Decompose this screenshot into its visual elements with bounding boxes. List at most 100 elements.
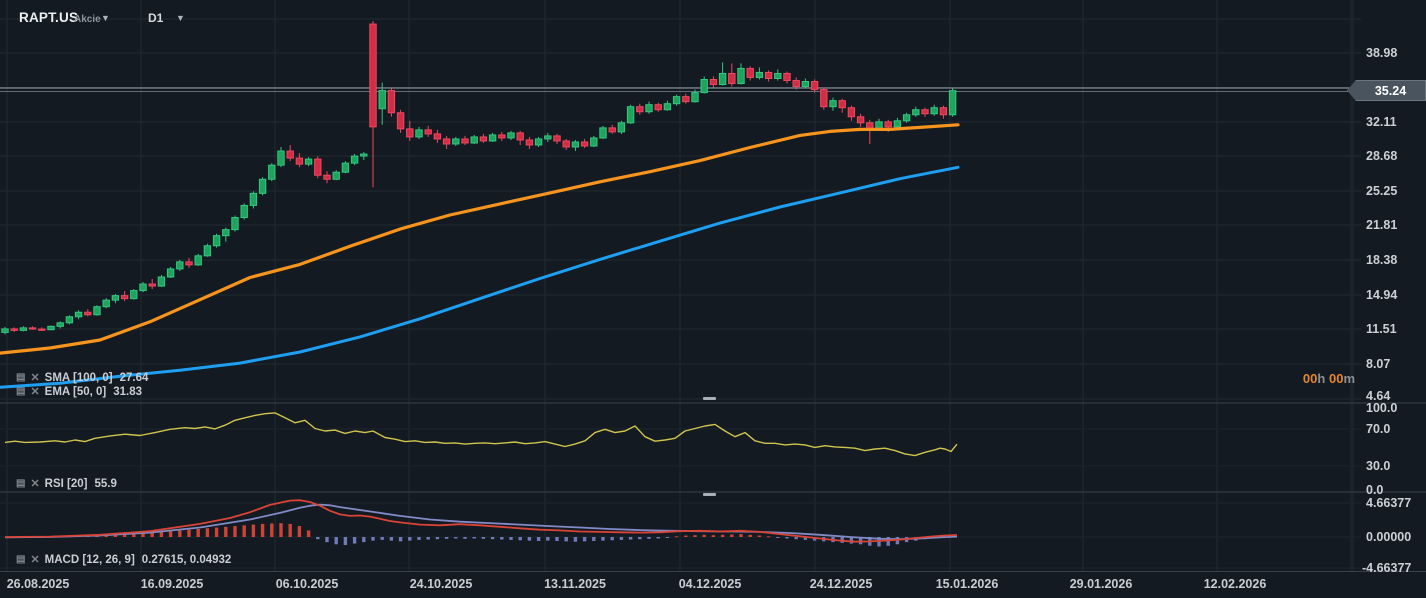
candle-down bbox=[120, 295, 129, 300]
candle-down bbox=[38, 328, 46, 331]
candle-down bbox=[884, 121, 892, 128]
macd-hist-bar-negative bbox=[582, 537, 587, 542]
grid-lines bbox=[0, 0, 1361, 572]
candle-up bbox=[19, 327, 28, 331]
current-price-lines bbox=[0, 87, 1426, 92]
macd-hist-bar-positive bbox=[674, 536, 679, 538]
price-axis-label: 18.38 bbox=[1366, 253, 1398, 267]
macd-hist-bar-negative bbox=[656, 537, 660, 539]
candle-down bbox=[746, 67, 754, 78]
candle-up bbox=[617, 122, 626, 133]
candle-down bbox=[921, 109, 929, 115]
sma-100-line bbox=[0, 165, 960, 389]
indicator-remove-icon[interactable]: ✕ bbox=[30, 479, 39, 490]
candle-down bbox=[461, 138, 469, 144]
candle-up bbox=[415, 129, 423, 138]
candle-up bbox=[893, 120, 902, 128]
candle-up bbox=[212, 235, 221, 247]
candle-down bbox=[810, 81, 819, 91]
countdown-hours: 00 bbox=[1302, 371, 1318, 386]
symbol-name[interactable]: RAPT.US bbox=[19, 10, 78, 25]
candle-down bbox=[709, 78, 718, 86]
candle-down bbox=[939, 107, 948, 116]
candle-up bbox=[360, 153, 368, 157]
macd-hist-bar-negative bbox=[500, 537, 504, 540]
rsi-axis-label: 70.0 bbox=[1366, 422, 1391, 436]
candle-up bbox=[203, 245, 212, 257]
candle-down bbox=[433, 133, 442, 140]
macd-hist-bar-positive bbox=[251, 524, 256, 537]
candle-up bbox=[130, 290, 138, 300]
candle-up bbox=[930, 107, 938, 115]
date-axis-label: 24.12.2025 bbox=[809, 577, 873, 591]
macd-hist-bar-negative bbox=[546, 537, 550, 541]
macd-hist-bar-negative bbox=[398, 537, 403, 542]
indicator-label: SMA [100, 0] bbox=[44, 372, 113, 384]
macd-hist-bar-positive bbox=[684, 535, 688, 537]
candle-up bbox=[268, 164, 276, 180]
candle-down bbox=[498, 134, 506, 139]
macd-hist-bar-positive bbox=[730, 534, 734, 537]
candle-down bbox=[286, 150, 294, 159]
current-price-badge: 35.24 bbox=[1347, 80, 1426, 101]
macd-hist-bar-negative bbox=[371, 537, 375, 541]
rsi-line bbox=[4, 412, 958, 457]
indicator-settings-icon[interactable]: ▤ bbox=[16, 387, 25, 397]
candle-up bbox=[645, 104, 653, 113]
timeframe-dropdown-caret-icon[interactable]: ▼ bbox=[176, 13, 185, 23]
candle-down bbox=[314, 158, 322, 176]
candle-up bbox=[65, 316, 74, 324]
macd-hist-bar-positive bbox=[260, 523, 265, 537]
panel-resize-handle[interactable] bbox=[703, 397, 716, 400]
indicator-value: 31.83 bbox=[113, 386, 143, 398]
macd-hist-bar-negative bbox=[362, 537, 366, 543]
macd-hist-bar-positive bbox=[233, 526, 237, 537]
indicator-remove-icon[interactable]: ✕ bbox=[30, 555, 39, 566]
candle-up bbox=[139, 283, 147, 292]
market-type-label: Akcie bbox=[74, 14, 101, 25]
candle-down bbox=[728, 72, 736, 85]
macd-signal-line bbox=[4, 503, 958, 541]
macd-hist-bar-negative bbox=[334, 537, 338, 545]
indicator-settings-icon[interactable]: ▤ bbox=[16, 555, 25, 565]
macd-hist-bar-negative bbox=[389, 537, 394, 541]
countdown-hours-unit: h bbox=[1317, 371, 1326, 386]
indicator-settings-icon[interactable]: ▤ bbox=[16, 373, 25, 383]
candle-up bbox=[571, 141, 580, 148]
candle-up bbox=[774, 72, 782, 79]
macd-hist-bar-negative bbox=[665, 537, 670, 538]
macd-hist-bar-positive bbox=[757, 535, 762, 537]
candle-up bbox=[47, 325, 55, 331]
macd-hist-bar-positive bbox=[720, 534, 725, 537]
candle-down bbox=[562, 140, 570, 148]
macd-hist-bar-negative bbox=[343, 537, 348, 546]
date-axis-label: 24.10.2025 bbox=[409, 577, 473, 591]
macd-hist-bar-negative bbox=[628, 537, 633, 540]
indicator-remove-icon[interactable]: ✕ bbox=[30, 387, 39, 398]
candle-down bbox=[654, 104, 662, 111]
panel-resize-handle[interactable] bbox=[703, 493, 716, 496]
candle-up bbox=[700, 78, 708, 94]
chart-canvas[interactable] bbox=[0, 0, 1426, 598]
candle-down bbox=[28, 327, 37, 330]
candle-up bbox=[488, 134, 497, 142]
macd-hist-bar-negative bbox=[785, 537, 789, 539]
symbol-dropdown-caret-icon[interactable]: ▼ bbox=[101, 13, 110, 23]
candle-up bbox=[166, 268, 175, 278]
macd-hist-bar-negative bbox=[509, 537, 513, 540]
macd-hist-bar-positive bbox=[693, 535, 697, 537]
candle-up bbox=[590, 137, 598, 147]
indicator-settings-icon[interactable]: ▤ bbox=[16, 479, 25, 489]
indicator-remove-icon[interactable]: ✕ bbox=[30, 373, 39, 384]
candle-down bbox=[838, 100, 846, 109]
timeframe-selector[interactable]: D1 bbox=[148, 11, 163, 25]
candle-up bbox=[304, 158, 313, 165]
indicator-row-ema: ▤ ✕ EMA [50, 0] 31.83 bbox=[16, 386, 142, 398]
price-axis-label: 25.25 bbox=[1366, 184, 1398, 198]
macd-hist-bar-positive bbox=[279, 523, 283, 537]
macd-hist-bar-negative bbox=[536, 537, 541, 542]
macd-hist-bar-negative bbox=[619, 537, 624, 540]
macd-hist-bar-positive bbox=[224, 526, 228, 537]
candle-up bbox=[74, 311, 83, 318]
candle-up bbox=[56, 322, 64, 327]
